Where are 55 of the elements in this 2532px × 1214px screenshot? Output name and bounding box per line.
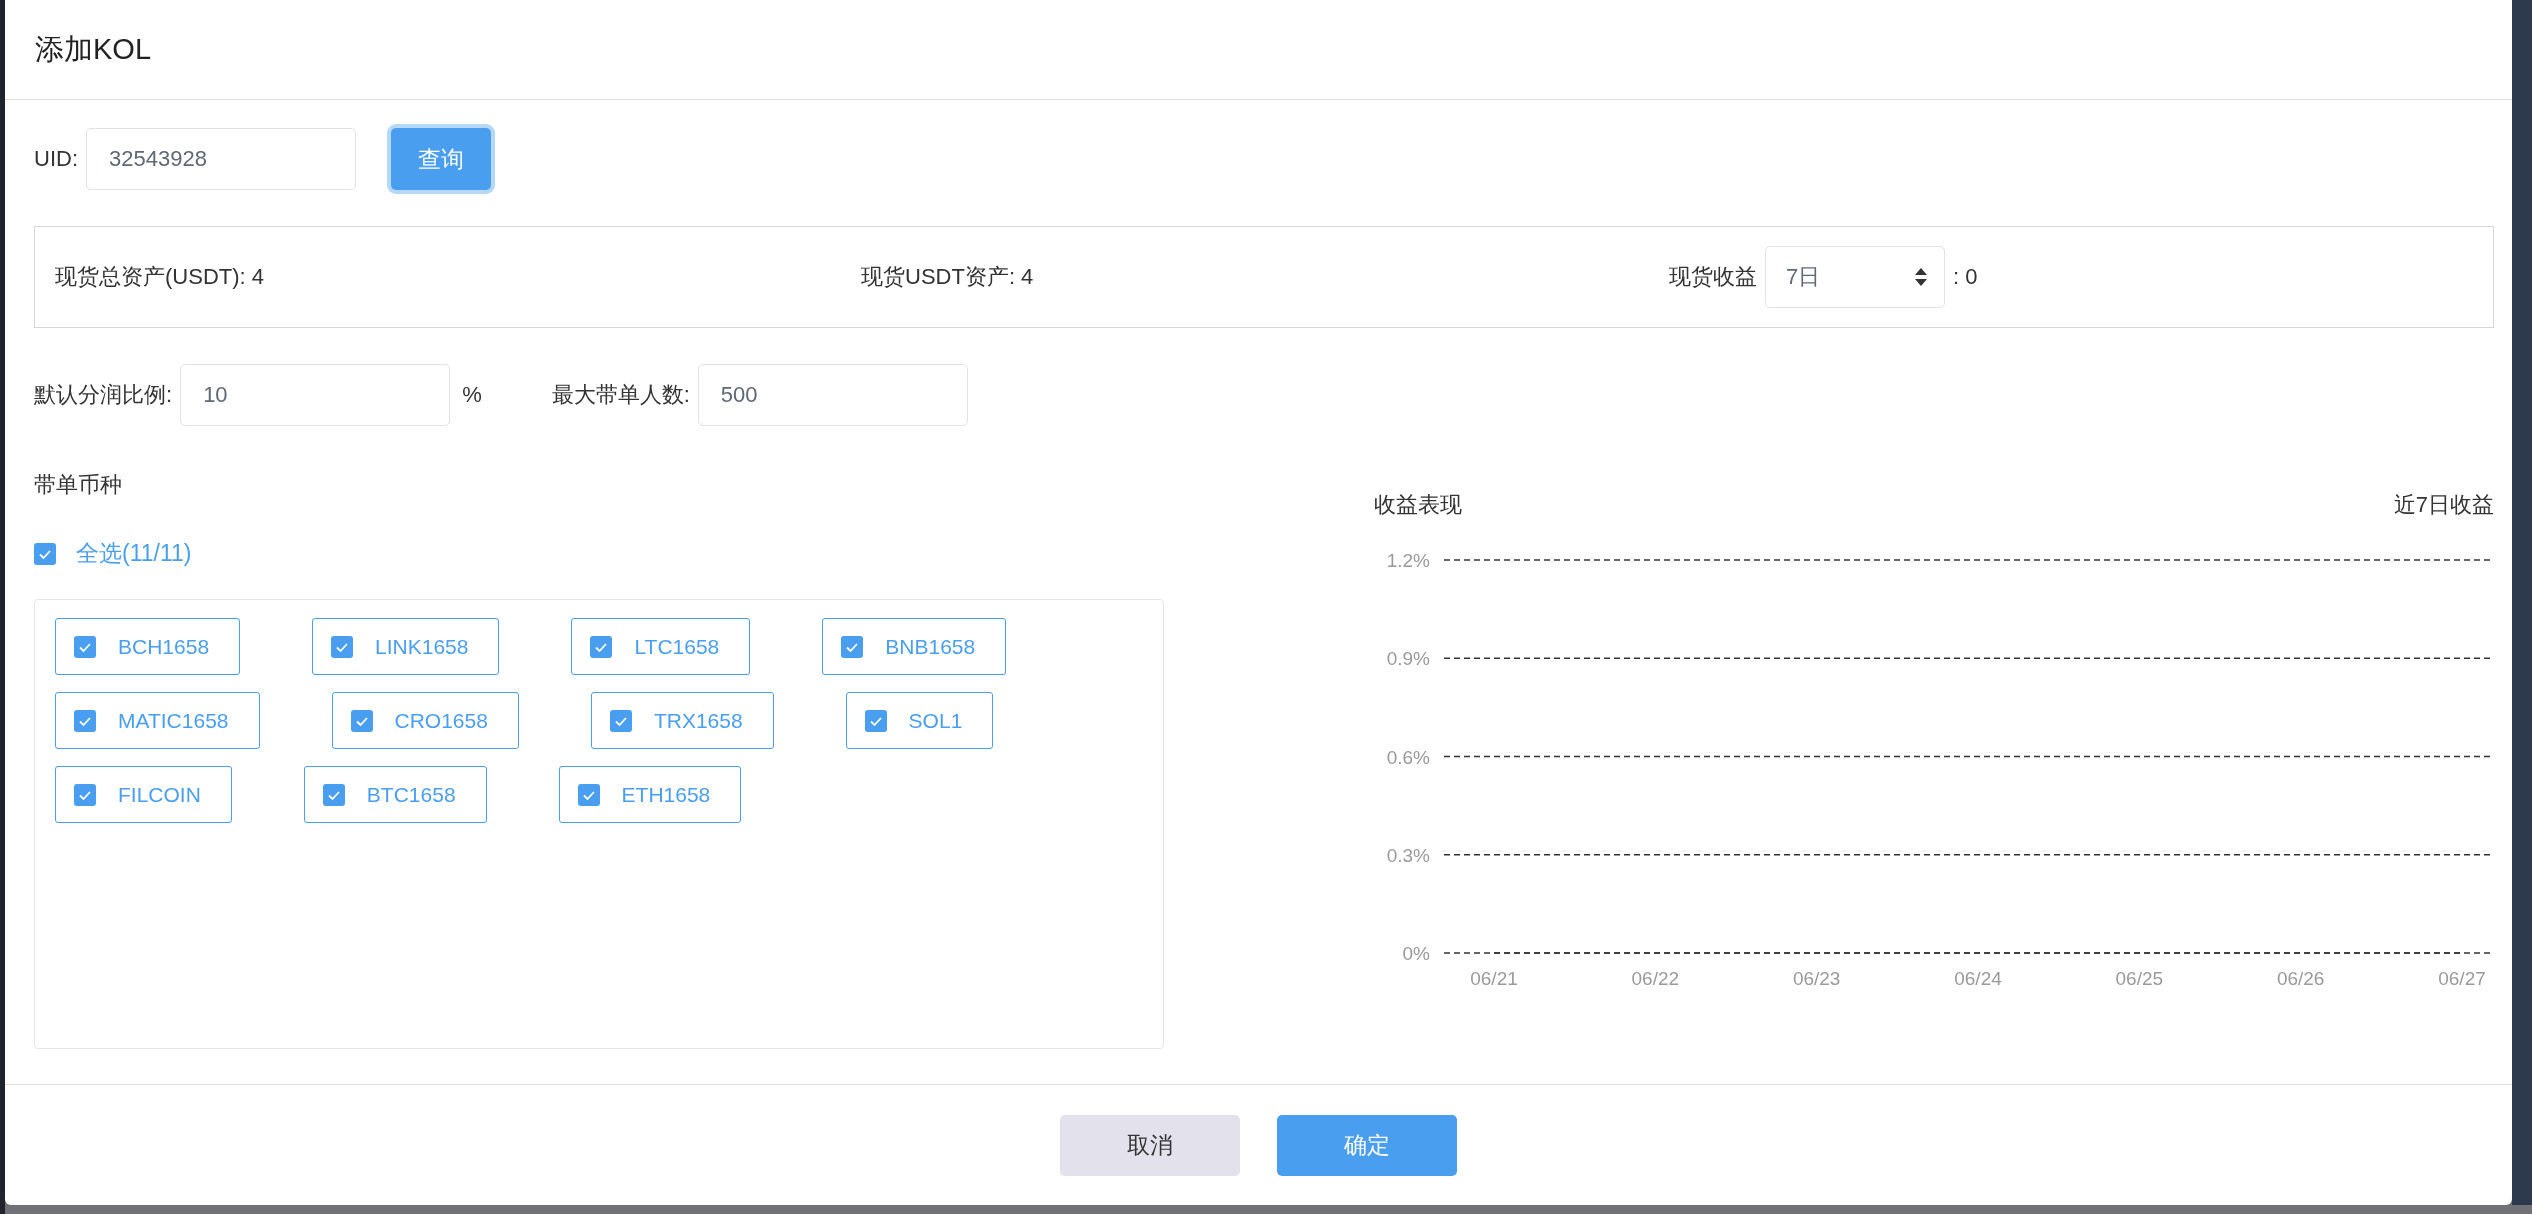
setting-label: 最大带单人数: bbox=[551, 381, 690, 409]
axis-label: 1.2% bbox=[1386, 550, 1430, 571]
summary-value: 现货USDT资产: 4 bbox=[861, 263, 1035, 291]
axis-label: 06/24 bbox=[1954, 968, 2002, 989]
coin-option[interactable]: LINK1658 bbox=[312, 618, 500, 675]
checkbox[interactable] bbox=[864, 709, 887, 732]
axis-label: 0.9% bbox=[1386, 648, 1430, 670]
chart-subtitle: 近7日收益 bbox=[2393, 491, 2494, 519]
checkbox[interactable] bbox=[34, 542, 56, 565]
checkbox[interactable] bbox=[331, 635, 354, 658]
coin-option[interactable]: TRX1658 bbox=[590, 692, 774, 749]
checkbox[interactable] bbox=[577, 783, 600, 806]
cancel-button[interactable]: 取消 bbox=[1060, 1114, 1240, 1176]
axis-label: 06/21 bbox=[1470, 968, 1518, 989]
coin-option[interactable]: BNB1658 bbox=[822, 618, 1007, 675]
uid-field[interactable]: 32543928 bbox=[86, 128, 356, 190]
coin-option[interactable]: SOL1 bbox=[845, 692, 994, 749]
checkbox[interactable] bbox=[590, 635, 613, 658]
checkbox[interactable] bbox=[74, 783, 96, 806]
setting-label: 默认分润比例: bbox=[34, 381, 173, 409]
coin-option[interactable]: FILCOIN bbox=[55, 766, 232, 823]
checkbox[interactable] bbox=[74, 709, 96, 732]
uid-label: UID: bbox=[34, 146, 78, 172]
axis-label: 06/23 bbox=[1792, 968, 1841, 989]
coin-option[interactable]: MATIC1658 bbox=[55, 692, 260, 749]
checkbox[interactable] bbox=[322, 783, 345, 806]
summary-value: 现货总资产(USDT): 4 bbox=[55, 263, 265, 291]
chart-title: 收益表现 bbox=[1374, 491, 1462, 519]
coin-option[interactable]: LTC1658 bbox=[571, 618, 751, 675]
coin-option[interactable]: BCH1658 bbox=[55, 618, 241, 675]
axis-label: 0.6% bbox=[1386, 746, 1430, 768]
axis-label: 06/27 bbox=[2438, 968, 2486, 989]
select-label: 现货收益 bbox=[1669, 263, 1757, 291]
coin-option[interactable]: ETH1658 bbox=[558, 766, 742, 823]
checkbox[interactable] bbox=[841, 635, 864, 658]
setting-field[interactable]: 10 bbox=[180, 364, 451, 426]
setting-field[interactable]: 500 bbox=[697, 364, 968, 426]
axis-label: 0% bbox=[1402, 943, 1430, 964]
summary-value: : 0 bbox=[1953, 264, 1978, 290]
checkbox[interactable] bbox=[350, 709, 373, 732]
select-all-label[interactable]: 全选(11/11) bbox=[76, 538, 192, 569]
axis-label: 0.3% bbox=[1386, 844, 1430, 866]
axis-label: 06/22 bbox=[1631, 968, 1680, 989]
section-title: 带单币种 bbox=[34, 471, 123, 499]
unit-label: % bbox=[462, 382, 482, 408]
confirm-button[interactable]: 确定 bbox=[1277, 1114, 1457, 1176]
period-select[interactable]: 7日 bbox=[1765, 246, 1945, 308]
dialog-title: 添加KOL bbox=[35, 31, 152, 67]
coin-option[interactable]: CRO1658 bbox=[331, 692, 519, 749]
checkbox[interactable] bbox=[74, 635, 96, 658]
coin-option[interactable]: BTC1658 bbox=[303, 766, 487, 823]
axis-label: 06/26 bbox=[2276, 968, 2325, 989]
checkbox[interactable] bbox=[609, 709, 632, 732]
sort-caret-icon bbox=[1914, 267, 1928, 287]
axis-label: 06/25 bbox=[2115, 968, 2164, 989]
